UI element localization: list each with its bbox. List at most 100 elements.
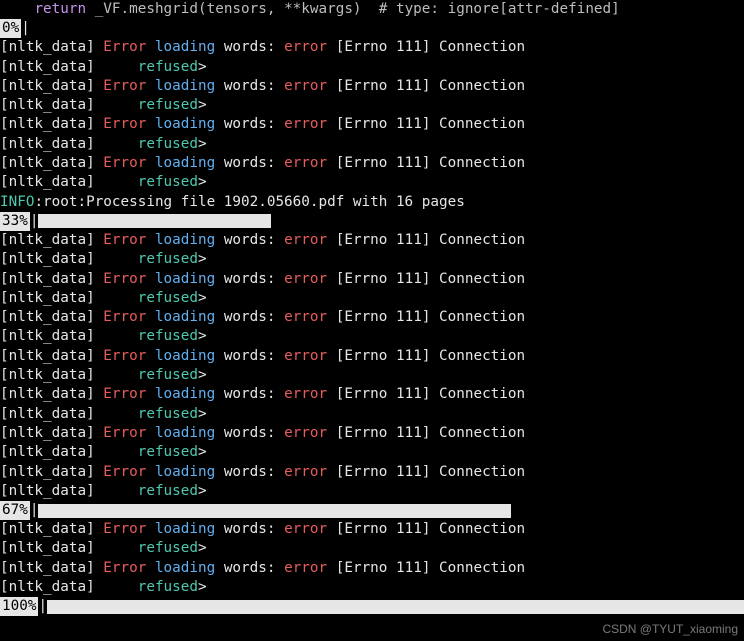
loading-word: loading	[155, 39, 215, 55]
error-word: Error	[103, 155, 146, 171]
progress-percent-label: 0%	[0, 19, 21, 38]
refused-word: refused	[138, 136, 198, 152]
nltk-tag: [nltk_data]	[0, 39, 95, 55]
gt: >	[198, 290, 207, 306]
error-word: Error	[103, 348, 146, 364]
pad	[95, 483, 138, 499]
error-line-1: [nltk_data] Error loading words: error […	[0, 308, 744, 327]
refused-word: refused	[138, 444, 198, 460]
code-expression: _VF.meshgrid(tensors, **kwargs)	[86, 1, 379, 17]
loading-word: loading	[155, 232, 215, 248]
error-mid: words: error [Errno 111] Connection	[215, 116, 525, 132]
progress-percent-label: 33%	[0, 212, 30, 231]
refused-word: refused	[138, 328, 198, 344]
error-word: Error	[103, 386, 146, 402]
pad	[95, 444, 138, 460]
error-tail: [Errno 111] Connection	[327, 232, 525, 248]
error-line-2: [nltk_data] refused>	[0, 135, 744, 154]
refused-word: refused	[138, 59, 198, 75]
error-tail: [Errno 111] Connection	[327, 348, 525, 364]
error-tail: [Errno 111] Connection	[327, 39, 525, 55]
error-line-1: [nltk_data] Error loading words: error […	[0, 463, 744, 482]
nltk-tag: [nltk_data]	[0, 136, 95, 152]
progress-fill	[38, 504, 511, 518]
progress-pipe: |	[21, 19, 30, 38]
progress-fill	[38, 214, 271, 228]
error-line-1: [nltk_data] Error loading words: error […	[0, 559, 744, 578]
pad	[95, 251, 138, 267]
error-word-2: error	[284, 348, 327, 364]
loading-word: loading	[155, 116, 215, 132]
refused-word: refused	[138, 251, 198, 267]
gt: >	[198, 136, 207, 152]
error-mid: words: error [Errno 111] Connection	[215, 309, 525, 325]
error-word: Error	[103, 78, 146, 94]
nltk-tag: [nltk_data]	[0, 251, 95, 267]
nltk-tag: [nltk_data]	[0, 328, 95, 344]
error-word: Error	[103, 521, 146, 537]
error-mid: words: error [Errno 111] Connection	[215, 155, 525, 171]
error-line-2: [nltk_data] refused>	[0, 58, 744, 77]
error-line-2: [nltk_data] refused>	[0, 482, 744, 501]
gt: >	[198, 483, 207, 499]
progress-percent-label: 67%	[0, 501, 30, 520]
error-word: Error	[103, 425, 146, 441]
error-line-2: [nltk_data] refused>	[0, 578, 744, 597]
error-word: Error	[103, 39, 146, 55]
gt: >	[198, 444, 207, 460]
error-word-2: error	[284, 232, 327, 248]
error-word: Error	[103, 271, 146, 287]
error-word-2: error	[284, 78, 327, 94]
error-mid: words: error [Errno 111] Connection	[215, 464, 525, 480]
refused-word: refused	[138, 483, 198, 499]
error-word-2: error	[284, 155, 327, 171]
error-word: Error	[103, 309, 146, 325]
error-mid: words: error [Errno 111] Connection	[215, 425, 525, 441]
pad	[95, 59, 138, 75]
progress-row: 100%|	[0, 597, 744, 616]
error-tail: [Errno 111] Connection	[327, 386, 525, 402]
info-message: :root:Processing file 1902.05660.pdf wit…	[34, 194, 464, 210]
nltk-tag: [nltk_data]	[0, 521, 95, 537]
code-line: return _VF.meshgrid(tensors, **kwargs) #…	[0, 0, 744, 19]
nltk-tag: [nltk_data]	[0, 97, 95, 113]
nltk-tag: [nltk_data]	[0, 59, 95, 75]
progress-row: 33%|	[0, 212, 744, 231]
nltk-tag: [nltk_data]	[0, 367, 95, 383]
nltk-tag: [nltk_data]	[0, 271, 95, 287]
error-line-1: [nltk_data] Error loading words: error […	[0, 231, 744, 250]
error-line-1: [nltk_data] Error loading words: error […	[0, 520, 744, 539]
progress-row: 0%|	[0, 19, 744, 38]
error-word-2: error	[284, 271, 327, 287]
progress-fill	[47, 600, 744, 614]
error-line-1: [nltk_data] Error loading words: error […	[0, 424, 744, 443]
refused-word: refused	[138, 579, 198, 595]
nltk-tag: [nltk_data]	[0, 425, 95, 441]
error-word-2: error	[284, 464, 327, 480]
gt: >	[198, 406, 207, 422]
progress-pipe: |	[30, 212, 39, 231]
error-line-1: [nltk_data] Error loading words: error […	[0, 154, 744, 173]
refused-word: refused	[138, 174, 198, 190]
nltk-tag: [nltk_data]	[0, 116, 95, 132]
gt: >	[198, 540, 207, 556]
error-mid: words: error [Errno 111] Connection	[215, 271, 525, 287]
error-line-1: [nltk_data] Error loading words: error […	[0, 77, 744, 96]
error-word: Error	[103, 560, 146, 576]
nltk-tag: [nltk_data]	[0, 155, 95, 171]
gt: >	[198, 367, 207, 383]
pad	[95, 97, 138, 113]
nltk-tag: [nltk_data]	[0, 290, 95, 306]
error-line-2: [nltk_data] refused>	[0, 405, 744, 424]
error-tail: [Errno 111] Connection	[327, 425, 525, 441]
nltk-tag: [nltk_data]	[0, 309, 95, 325]
loading-word: loading	[155, 309, 215, 325]
gt: >	[198, 97, 207, 113]
gt: >	[198, 328, 207, 344]
nltk-tag: [nltk_data]	[0, 540, 95, 556]
error-tail: [Errno 111] Connection	[327, 155, 525, 171]
refused-word: refused	[138, 540, 198, 556]
loading-word: loading	[155, 348, 215, 364]
error-word: Error	[103, 232, 146, 248]
error-line-1: [nltk_data] Error loading words: error […	[0, 385, 744, 404]
